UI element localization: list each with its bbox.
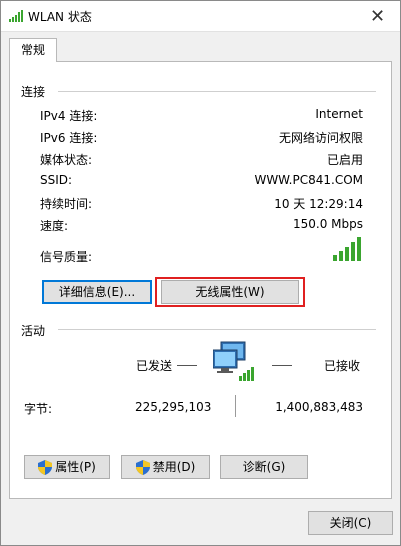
sent-label: 已发送 (136, 359, 173, 373)
received-label: 已接收 (324, 359, 361, 373)
ipv6-label: IPv6 连接: (40, 131, 98, 145)
close-icon[interactable]: ✕ (355, 1, 400, 31)
diagnose-button[interactable]: 诊断(G) (220, 455, 308, 479)
tab-panel-general: 连接 IPv4 连接: Internet IPv6 连接: 无网络访问权限 媒体… (9, 61, 392, 499)
activity-group-divider (58, 329, 376, 330)
details-button-label: 详细信息(E)... (58, 285, 136, 299)
close-button-label: 关闭(C) (329, 516, 372, 530)
bytes-received-value: 1,400,883,483 (275, 400, 363, 414)
speed-value: 150.0 Mbps (292, 217, 363, 231)
sent-line (177, 365, 197, 366)
ipv4-value: Internet (315, 107, 363, 121)
signal-quality-label: 信号质量: (40, 250, 93, 264)
media-state-label: 媒体状态: (40, 153, 93, 167)
duration-value: 10 天 12:29:14 (274, 197, 363, 211)
activity-group-title: 活动 (21, 324, 46, 338)
close-button[interactable]: 关闭(C) (308, 511, 393, 535)
disable-button[interactable]: 禁用(D) (121, 455, 210, 479)
ssid-label: SSID: (40, 173, 73, 187)
ipv4-label: IPv4 连接: (40, 109, 98, 123)
properties-button[interactable]: 属性(P) (24, 455, 110, 479)
connection-group-title: 连接 (21, 85, 46, 99)
properties-label: 属性(P) (55, 460, 96, 474)
duration-label: 持续时间: (40, 197, 93, 211)
bytes-separator (235, 395, 236, 417)
signal-strength-icon (333, 237, 361, 261)
speed-label: 速度: (40, 219, 69, 233)
ipv6-value: 无网络访问权限 (278, 131, 363, 145)
tab-general[interactable]: 常规 (9, 38, 58, 62)
tab-strip: 常规 (9, 38, 392, 62)
wireless-properties-button[interactable]: 无线属性(W) (161, 280, 299, 304)
received-line (272, 365, 292, 366)
connection-group-divider (58, 91, 376, 92)
bytes-label: 字节: (24, 402, 53, 416)
uac-shield-icon (38, 459, 53, 475)
media-state-value: 已启用 (326, 153, 363, 167)
wireless-properties-label: 无线属性(W) (195, 285, 265, 299)
details-button[interactable]: 详细信息(E)... (42, 280, 152, 304)
wifi-signal-icon (9, 10, 23, 22)
wlan-status-window: WLAN 状态 ✕ 常规 连接 IPv4 连接: Internet IPv6 连… (0, 0, 401, 546)
disable-label: 禁用(D) (152, 460, 196, 474)
title-bar[interactable]: WLAN 状态 ✕ (1, 1, 400, 32)
uac-shield-icon (135, 459, 150, 475)
ssid-value: WWW.PC841.COM (254, 173, 363, 187)
network-computers-icon (213, 341, 254, 381)
bytes-sent-value: 225,295,103 (135, 400, 212, 414)
window-title: WLAN 状态 (28, 10, 92, 24)
diagnose-label: 诊断(G) (242, 460, 286, 474)
